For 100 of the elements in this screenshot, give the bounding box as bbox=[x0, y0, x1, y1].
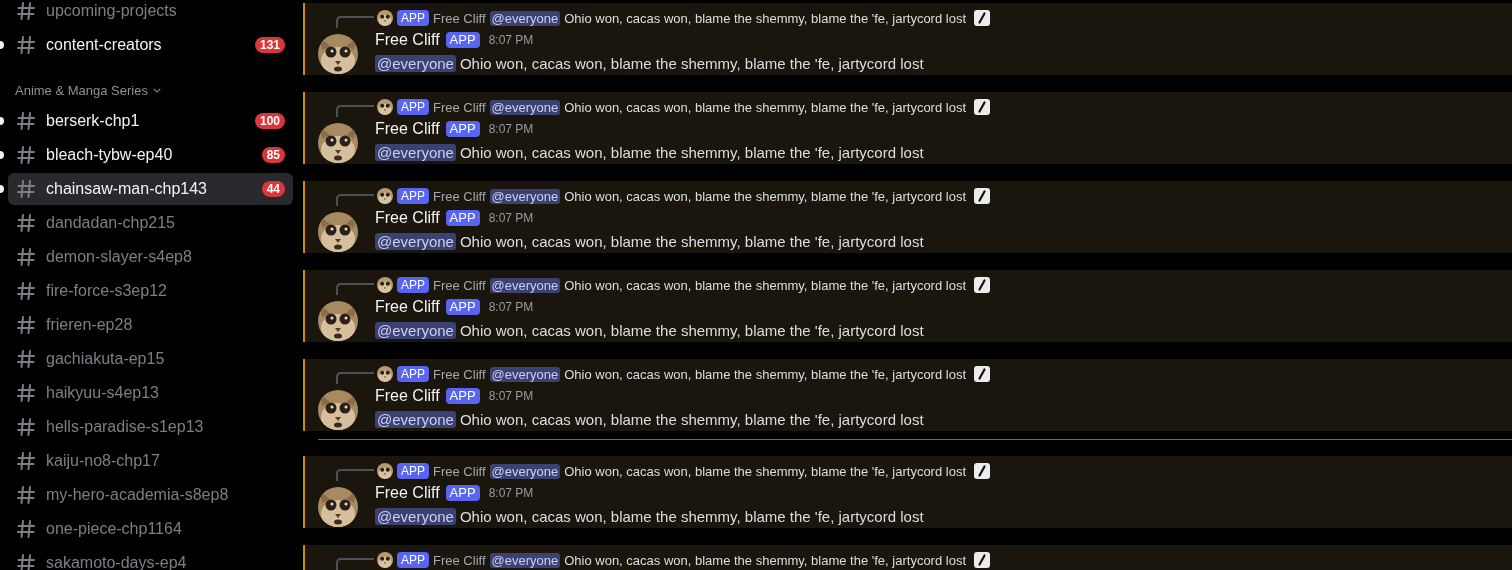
mention[interactable]: @everyone bbox=[489, 188, 561, 204]
channel-item[interactable]: upcoming-projects bbox=[8, 0, 293, 27]
reply-author[interactable]: Free Cliff bbox=[433, 277, 486, 293]
channel-item[interactable]: my-hero-academia-s8ep8 bbox=[8, 479, 293, 511]
channel-item[interactable]: haikyuu-s4ep13 bbox=[8, 377, 293, 409]
unread-count-badge: 131 bbox=[254, 37, 285, 53]
reply-author[interactable]: Free Cliff bbox=[433, 99, 486, 115]
timestamp: 8:07 PM bbox=[488, 300, 534, 314]
slash-command-icon bbox=[974, 277, 990, 293]
channel-item[interactable]: content-creators 131 bbox=[8, 29, 293, 61]
channel-item[interactable]: bleach-tybw-ep40 85 bbox=[8, 139, 293, 171]
hash-icon bbox=[16, 35, 36, 55]
mention[interactable]: @everyone bbox=[375, 143, 456, 161]
reply-preview[interactable]: Ohio won, cacas won, blame the shemmy, blame the 'fe, jartycord lost bbox=[564, 552, 966, 568]
slash-command-icon bbox=[974, 463, 990, 479]
message-text: Ohio won, cacas won, blame the shemmy, blame the 'fe, jartycord lost bbox=[459, 54, 924, 72]
app-tag: APP bbox=[397, 277, 429, 293]
message-text: Ohio won, cacas won, blame the shemmy, blame the 'fe, jartycord lost bbox=[459, 410, 924, 428]
reply-author[interactable]: Free Cliff bbox=[433, 188, 486, 204]
reply-author[interactable]: Free Cliff bbox=[433, 463, 486, 479]
timestamp: 8:07 PM bbox=[488, 389, 534, 403]
author-name[interactable]: Free Cliff bbox=[375, 120, 440, 138]
timestamp: 8:07 PM bbox=[488, 33, 534, 47]
hash-icon bbox=[16, 315, 36, 335]
app-tag: APP bbox=[397, 463, 429, 479]
reply-preview[interactable]: Ohio won, cacas won, blame the shemmy, blame the 'fe, jartycord lost bbox=[564, 366, 966, 382]
timestamp: 8:07 PM bbox=[488, 211, 534, 225]
hash-icon bbox=[16, 145, 36, 165]
channel-item[interactable]: chainsaw-man-chp143 44 bbox=[8, 173, 293, 205]
reply-connector bbox=[336, 558, 374, 570]
reply-preview[interactable]: Ohio won, cacas won, blame the shemmy, blame the 'fe, jartycord lost bbox=[564, 10, 966, 26]
author-name[interactable]: Free Cliff bbox=[375, 387, 440, 405]
hash-icon bbox=[16, 179, 36, 199]
app-tag: APP bbox=[445, 485, 480, 501]
slash-command-icon bbox=[974, 10, 990, 26]
mention[interactable]: @everyone bbox=[489, 552, 561, 568]
author-name[interactable]: Free Cliff bbox=[375, 298, 440, 316]
app-tag: APP bbox=[445, 210, 480, 226]
channel-item[interactable]: demon-slayer-s4ep8 bbox=[8, 241, 293, 273]
app-tag: APP bbox=[397, 188, 429, 204]
mention[interactable]: @everyone bbox=[375, 321, 456, 339]
mention[interactable]: @everyone bbox=[489, 10, 561, 26]
unread-count-badge: 100 bbox=[254, 113, 285, 129]
reply-preview[interactable]: Ohio won, cacas won, blame the shemmy, blame the 'fe, jartycord lost bbox=[564, 277, 966, 293]
reply-connector bbox=[336, 372, 374, 384]
reply-connector bbox=[336, 16, 374, 28]
message-text: Ohio won, cacas won, blame the shemmy, blame the 'fe, jartycord lost bbox=[459, 321, 924, 339]
hash-icon bbox=[16, 553, 36, 570]
app-tag: APP bbox=[397, 10, 429, 26]
app-tag: APP bbox=[397, 366, 429, 382]
app-tag: APP bbox=[445, 388, 480, 404]
hash-icon bbox=[16, 281, 36, 301]
channel-item[interactable]: one-piece-chp1164 bbox=[8, 513, 293, 545]
reply-connector bbox=[336, 105, 374, 117]
author-name[interactable]: Free Cliff bbox=[375, 484, 440, 502]
timestamp: 8:07 PM bbox=[488, 122, 534, 136]
hash-icon bbox=[16, 519, 36, 539]
mention[interactable]: @everyone bbox=[375, 232, 456, 250]
reply-connector bbox=[336, 194, 374, 206]
slash-command-icon bbox=[974, 99, 990, 115]
mention[interactable]: @everyone bbox=[375, 507, 456, 525]
message-text: Ohio won, cacas won, blame the shemmy, blame the 'fe, jartycord lost bbox=[459, 143, 924, 161]
category-label[interactable]: Anime & Manga Series bbox=[15, 82, 148, 98]
app-tag: APP bbox=[445, 121, 480, 137]
hash-icon bbox=[16, 213, 36, 233]
mention[interactable]: @everyone bbox=[489, 366, 561, 382]
message-text: Ohio won, cacas won, blame the shemmy, blame the 'fe, jartycord lost bbox=[459, 507, 924, 525]
hash-icon bbox=[16, 417, 36, 437]
reply-author[interactable]: Free Cliff bbox=[433, 366, 486, 382]
unread-count-badge: 85 bbox=[261, 147, 285, 163]
hash-icon bbox=[16, 349, 36, 369]
mention[interactable]: @everyone bbox=[375, 54, 456, 72]
mention[interactable]: @everyone bbox=[375, 410, 456, 428]
app-tag: APP bbox=[445, 299, 480, 315]
reply-connector bbox=[336, 283, 374, 295]
channel-item[interactable]: hells-paradise-s1ep13 bbox=[8, 411, 293, 443]
channel-item[interactable]: frieren-ep28 bbox=[8, 309, 293, 341]
hash-icon bbox=[16, 485, 36, 505]
slash-command-icon bbox=[974, 188, 990, 204]
app-tag: APP bbox=[397, 552, 429, 568]
hash-icon bbox=[16, 383, 36, 403]
author-name[interactable]: Free Cliff bbox=[375, 209, 440, 227]
channel-item[interactable]: berserk-chp1 100 bbox=[8, 105, 293, 137]
hash-icon bbox=[16, 111, 36, 131]
channel-item[interactable]: dandadan-chp215 bbox=[8, 207, 293, 239]
mention[interactable]: @everyone bbox=[489, 277, 561, 293]
mention[interactable]: @everyone bbox=[489, 463, 561, 479]
mention[interactable]: @everyone bbox=[489, 99, 561, 115]
channel-item[interactable]: kaiju-no8-chp17 bbox=[8, 445, 293, 477]
channel-item[interactable]: gachiakuta-ep15 bbox=[8, 343, 293, 375]
reply-author[interactable]: Free Cliff bbox=[433, 10, 486, 26]
reply-preview[interactable]: Ohio won, cacas won, blame the shemmy, blame the 'fe, jartycord lost bbox=[564, 99, 966, 115]
reply-connector bbox=[336, 469, 374, 481]
author-name[interactable]: Free Cliff bbox=[375, 31, 440, 49]
chevron-down-icon[interactable] bbox=[152, 87, 161, 93]
channel-item[interactable]: fire-force-s3ep12 bbox=[8, 275, 293, 307]
reply-preview[interactable]: Ohio won, cacas won, blame the shemmy, blame the 'fe, jartycord lost bbox=[564, 188, 966, 204]
reply-preview[interactable]: Ohio won, cacas won, blame the shemmy, blame the 'fe, jartycord lost bbox=[564, 463, 966, 479]
reply-author[interactable]: Free Cliff bbox=[433, 552, 486, 568]
hash-icon bbox=[16, 1, 36, 21]
